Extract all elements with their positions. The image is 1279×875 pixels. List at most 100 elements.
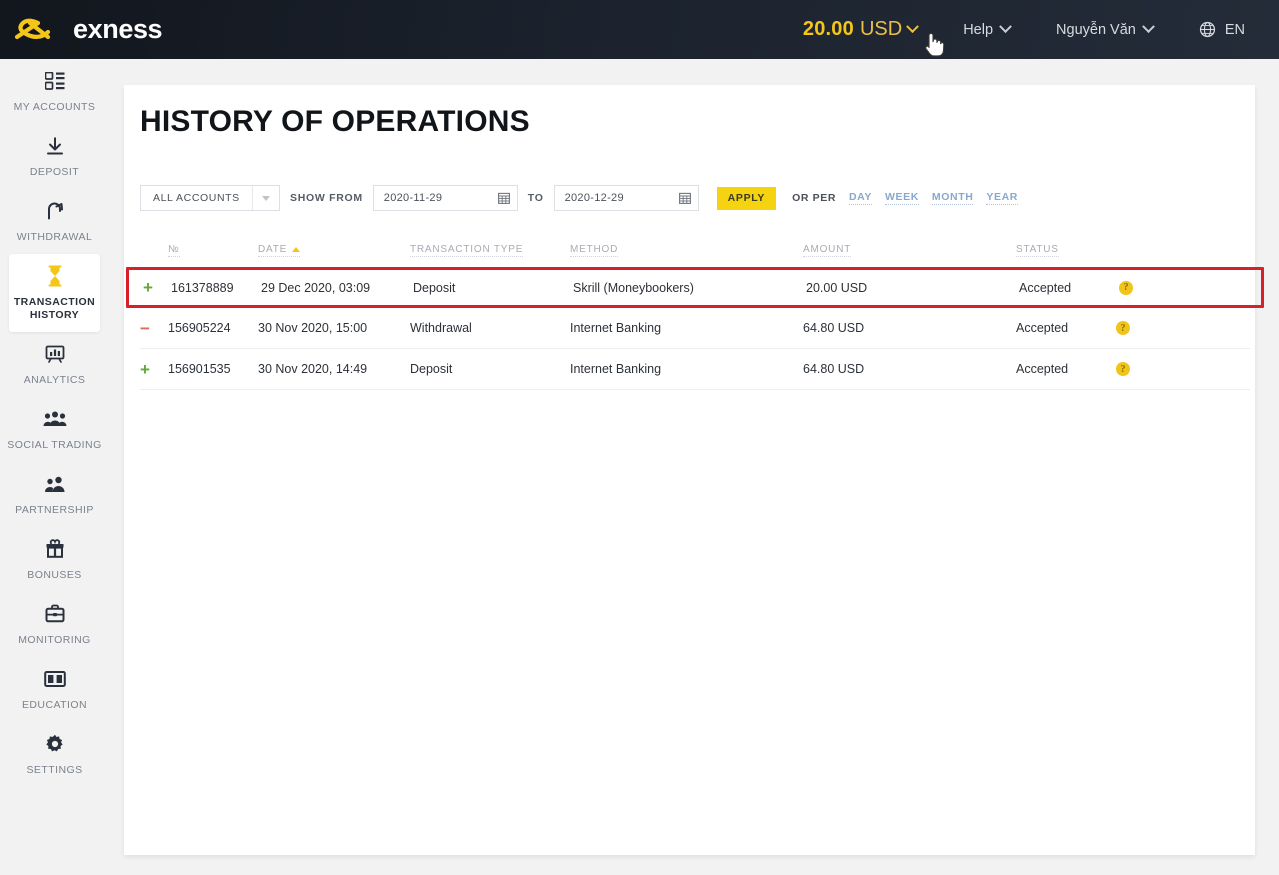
sidebar-item-label: PARTNERSHIP [15, 504, 94, 516]
question-mark-icon[interactable]: ? [1116, 362, 1130, 376]
two-people-icon [44, 473, 66, 495]
table-row[interactable]: − 156905224 30 Nov 2020, 15:00 Withdrawa… [140, 308, 1250, 349]
balance-amount: 20.00 [802, 18, 854, 40]
language-label: EN [1224, 21, 1245, 38]
account-balance-dropdown[interactable]: 20.00 USD [802, 18, 920, 41]
sidebar-item-label: SOCIAL TRADING [7, 439, 102, 451]
header-right-group: 20.00 USD Help Nguyễn Văn EN [803, 0, 1279, 59]
download-arrow-icon [45, 135, 65, 157]
user-name-label: Nguyễn Văn [1056, 21, 1136, 38]
sidebar-item-label: TRANSACTION HISTORY [13, 296, 96, 321]
cell-date: 30 Nov 2020, 14:49 [258, 362, 368, 376]
table-row[interactable]: + 161378889 29 Dec 2020, 03:09 Deposit S… [126, 267, 1264, 308]
sidebar-item-label: SETTINGS [26, 764, 83, 776]
people-group-icon [43, 408, 67, 430]
show-from-label: SHOW FROM [290, 192, 363, 204]
period-day[interactable]: DAY [849, 191, 873, 205]
transaction-sign-icon: + [143, 278, 153, 297]
column-header-date-label: DATE [258, 244, 288, 255]
date-to-value: 2020-12-29 [564, 192, 624, 204]
sidebar-item-label: MY ACCOUNTS [13, 101, 96, 113]
calendar-icon[interactable] [491, 186, 517, 210]
language-selector[interactable]: EN [1199, 21, 1245, 38]
brand-name: exness [73, 14, 163, 44]
chevron-down-icon [1141, 20, 1155, 34]
sidebar-item-settings[interactable]: SETTINGS [0, 722, 109, 787]
sidebar-item-label: DEPOSIT [29, 166, 80, 178]
cell-date: 30 Nov 2020, 15:00 [258, 321, 368, 335]
cell-status: Accepted [1016, 362, 1069, 376]
sidebar-item-label: BONUSES [27, 569, 82, 581]
column-header-number[interactable]: № [168, 244, 180, 257]
caret-down-icon [252, 186, 279, 210]
cell-number: 156901535 [168, 362, 231, 376]
cell-method: Skrill (Moneybookers) [573, 280, 694, 295]
sidebar-item-deposit[interactable]: DEPOSIT [0, 124, 109, 189]
briefcase-icon [45, 603, 65, 625]
gear-icon [45, 733, 65, 755]
transaction-sign-icon: + [140, 359, 150, 379]
upload-arrow-icon [45, 200, 65, 222]
user-account-menu[interactable]: Nguyễn Văn [1056, 20, 1155, 38]
date-to-field[interactable]: 2020-12-29 [553, 185, 699, 211]
cell-status: Accepted [1019, 280, 1072, 295]
help-menu[interactable]: Help [963, 20, 1012, 38]
column-header-date[interactable]: DATE [258, 244, 301, 257]
period-year[interactable]: YEAR [986, 191, 1018, 205]
sidebar-item-label: WITHDRAWAL [16, 231, 93, 243]
question-mark-icon[interactable]: ? [1116, 321, 1130, 335]
chevron-down-icon [999, 20, 1012, 34]
top-header-bar: exness 20.00 USD Help Nguyễn Văn EN [0, 0, 1279, 59]
chart-board-icon [45, 343, 65, 365]
open-book-icon [43, 668, 66, 690]
cell-transaction-type: Deposit [413, 280, 456, 295]
question-mark-icon[interactable]: ? [1119, 280, 1133, 295]
apply-button[interactable]: APPLY [716, 186, 777, 210]
sidebar-item-label: ANALYTICS [23, 374, 86, 386]
or-per-label: OR PER [792, 192, 836, 204]
period-week[interactable]: WEEK [885, 191, 919, 205]
page-title: HISTORY OF OPERATIONS [140, 105, 530, 138]
dashboard-grid-icon [44, 70, 65, 92]
sidebar-item-analytics[interactable]: ANALYTICS [0, 332, 109, 397]
column-header-transaction-type[interactable]: TRANSACTION TYPE [410, 244, 524, 257]
sidebar-item-withdrawal[interactable]: WITHDRAWAL [0, 189, 109, 254]
cell-method: Internet Banking [570, 321, 662, 335]
period-month[interactable]: MONTH [931, 191, 974, 205]
main-content-card: HISTORY OF OPERATIONS ALL ACCOUNTS SHOW … [124, 85, 1264, 855]
date-from-field[interactable]: 2020-11-29 [372, 185, 518, 211]
filter-toolbar: ALL ACCOUNTS SHOW FROM 2020-11-29 TO 202… [140, 185, 1018, 211]
cell-number: 161378889 [171, 280, 234, 295]
sidebar-item-label: MONITORING [18, 634, 91, 646]
left-sidebar-nav: MY ACCOUNTS DEPOSIT WITHDRAWAL TRANSACTI… [0, 59, 109, 875]
cell-method: Internet Banking [570, 362, 662, 376]
hourglass-icon [47, 265, 63, 287]
balance-currency: USD [859, 18, 903, 40]
brand-logo[interactable]: exness [14, 14, 163, 45]
column-header-method[interactable]: METHOD [570, 244, 619, 257]
sidebar-item-label: EDUCATION [21, 699, 88, 711]
column-header-status[interactable]: STATUS [1016, 244, 1059, 257]
sidebar-item-bonuses[interactable]: BONUSES [0, 527, 109, 592]
account-select-value: ALL ACCOUNTS [153, 192, 240, 204]
operations-table: № DATE TRANSACTION TYPE METHOD AMOUNT ST… [126, 231, 1264, 390]
sidebar-item-social-trading[interactable]: SOCIAL TRADING [0, 397, 109, 462]
account-select[interactable]: ALL ACCOUNTS [140, 185, 280, 211]
table-row[interactable]: + 156901535 30 Nov 2020, 14:49 Deposit I… [140, 349, 1250, 390]
cell-amount: 20.00 USD [806, 280, 868, 295]
column-header-amount[interactable]: AMOUNT [803, 244, 852, 257]
gift-icon [45, 538, 65, 560]
sidebar-item-education[interactable]: EDUCATION [0, 657, 109, 722]
cell-number: 156905224 [168, 321, 231, 335]
sidebar-item-partnership[interactable]: PARTNERSHIP [0, 462, 109, 527]
sidebar-item-monitoring[interactable]: MONITORING [0, 592, 109, 657]
cell-date: 29 Dec 2020, 03:09 [261, 280, 371, 295]
cell-amount: 64.80 USD [803, 362, 865, 376]
sidebar-item-transaction-history[interactable]: TRANSACTION HISTORY [9, 254, 100, 332]
transaction-sign-icon: − [140, 318, 150, 338]
cell-transaction-type: Withdrawal [410, 321, 472, 335]
sidebar-item-my-accounts[interactable]: MY ACCOUNTS [0, 59, 109, 124]
calendar-icon[interactable] [672, 186, 698, 210]
cell-transaction-type: Deposit [410, 362, 453, 376]
date-from-value: 2020-11-29 [383, 192, 443, 204]
